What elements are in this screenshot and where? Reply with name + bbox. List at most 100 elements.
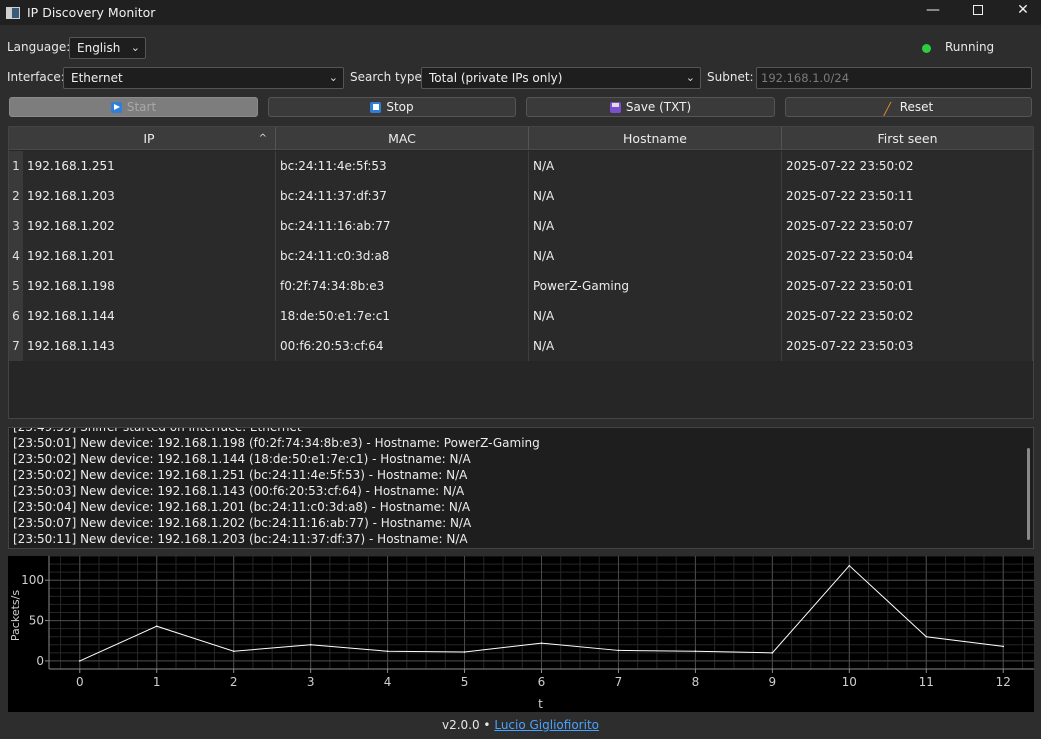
status-indicator (922, 44, 931, 53)
language-value: English (77, 41, 121, 55)
cell-mac[interactable]: 18:de:50:e1:7e:c1 (276, 301, 529, 331)
column-header-label: IP (143, 131, 155, 146)
subnet-placeholder: 192.168.1.0/24 (761, 71, 850, 85)
chevron-down-icon: ⌄ (130, 41, 140, 54)
minimize-icon: — (926, 2, 940, 18)
subnet-label: Subnet: (707, 70, 754, 84)
close-icon: ✕ (1017, 2, 1029, 18)
data-point (848, 564, 851, 567)
column-header-mac[interactable]: MAC (276, 127, 529, 150)
cell-hostname[interactable]: PowerZ-Gaming (529, 271, 782, 301)
title-bar: IP Discovery Monitor — ✕ (0, 0, 1041, 25)
sort-ascending-icon: ^ (258, 133, 267, 144)
search-type-select[interactable]: Total (private IPs only) ⌄ (421, 67, 701, 89)
cell-hostname[interactable]: N/A (529, 241, 782, 271)
packets-chart: 0 1 2 3 4 5 6 7 8 9 10 11 12 0 50 100 t Packets/s (8, 555, 1034, 712)
cell-hostname[interactable]: N/A (529, 151, 782, 181)
stop-icon (370, 101, 382, 113)
x-tick-label: 4 (384, 675, 392, 689)
x-tick-label: 3 (307, 675, 315, 689)
x-tick-label: 5 (461, 675, 469, 689)
start-button[interactable]: Start (9, 97, 258, 117)
x-tick-label: 7 (615, 675, 623, 689)
x-tick-label: 2 (230, 675, 238, 689)
save-label: Save (TXT) (625, 100, 692, 114)
cell-ip[interactable]: 192.168.1.198 (23, 271, 276, 301)
cell-first-seen[interactable]: 2025-07-22 23:50:11 (782, 181, 1033, 211)
table-row[interactable]: 1 192.168.1.251 bc:24:11:4e:5f:53 N/A 2025-0… (9, 151, 1033, 181)
minimize-button[interactable]: — (910, 0, 956, 20)
cell-first-seen[interactable]: 2025-07-22 23:50:02 (782, 151, 1033, 181)
cell-mac[interactable]: bc:24:11:16:ab:77 (276, 211, 529, 241)
log-line: [23:50:02] New device: 192.168.1.144 (18… (13, 452, 471, 466)
cell-ip[interactable]: 192.168.1.202 (23, 211, 276, 241)
subnet-input[interactable]: 192.168.1.0/24 (756, 67, 1032, 89)
data-point (925, 635, 928, 638)
cell-first-seen[interactable]: 2025-07-22 23:50:03 (782, 331, 1033, 361)
log-scrollbar[interactable] (1027, 448, 1030, 540)
data-point (155, 625, 158, 628)
cell-hostname[interactable]: N/A (529, 331, 782, 361)
data-point (309, 643, 312, 646)
interface-value: Ethernet (71, 71, 123, 85)
cell-mac[interactable]: 00:f6:20:53:cf:64 (276, 331, 529, 361)
table-row[interactable]: 3 192.168.1.202 bc:24:11:16:ab:77 N/A 2025-0… (9, 211, 1033, 241)
interface-select[interactable]: Ethernet ⌄ (63, 67, 344, 89)
y-tick-label: 0 (36, 654, 44, 668)
y-tick-label: 50 (29, 614, 44, 628)
y-axis-label: Packets/s (9, 590, 22, 641)
maximize-button[interactable] (955, 0, 1001, 20)
table-header: IP ^ MAC Hostname First seen (9, 127, 1033, 150)
cell-ip[interactable]: 192.168.1.203 (23, 181, 276, 211)
maximize-icon (973, 5, 983, 15)
cell-hostname[interactable]: N/A (529, 301, 782, 331)
cell-ip[interactable]: 192.168.1.143 (23, 331, 276, 361)
event-log[interactable]: [23:49:59] Sniffer started on interface:… (8, 427, 1034, 549)
author-link[interactable]: Lucio Gigliofiorito (494, 718, 599, 732)
stop-button[interactable]: Stop (268, 97, 516, 117)
footer: v2.0.0 • Lucio Gigliofiorito (0, 718, 1041, 732)
close-button[interactable]: ✕ (1000, 0, 1041, 20)
window-title: IP Discovery Monitor (27, 5, 156, 20)
row-number: 3 (9, 211, 23, 241)
log-line: [23:50:11] New device: 192.168.1.203 (bc… (13, 532, 468, 546)
cell-hostname[interactable]: N/A (529, 181, 782, 211)
data-point (386, 650, 389, 653)
cell-ip[interactable]: 192.168.1.251 (23, 151, 276, 181)
table-row[interactable]: 5 192.168.1.198 f0:2f:74:34:8b:e3 PowerZ-Ga… (9, 271, 1033, 301)
reset-button[interactable]: ╱ Reset (785, 97, 1032, 117)
cell-first-seen[interactable]: 2025-07-22 23:50:07 (782, 211, 1033, 241)
column-header-first-seen[interactable]: First seen (782, 127, 1033, 150)
column-header-ip[interactable]: IP ^ (23, 127, 276, 150)
x-tick-label: 8 (692, 675, 700, 689)
x-tick-label: 10 (842, 675, 857, 689)
table-row[interactable]: 6 192.168.1.144 18:de:50:e1:7e:c1 N/A 2025-0… (9, 301, 1033, 331)
cell-hostname[interactable]: N/A (529, 211, 782, 241)
column-header-label: Hostname (623, 131, 687, 146)
cell-ip[interactable]: 192.168.1.144 (23, 301, 276, 331)
status-text: Running (945, 40, 995, 54)
cell-mac[interactable]: bc:24:11:c0:3d:a8 (276, 241, 529, 271)
table-row[interactable]: 2 192.168.1.203 bc:24:11:37:df:37 N/A 2025-0… (9, 181, 1033, 211)
cell-ip[interactable]: 192.168.1.201 (23, 241, 276, 271)
column-header-hostname[interactable]: Hostname (529, 127, 782, 150)
cell-first-seen[interactable]: 2025-07-22 23:50:02 (782, 301, 1033, 331)
data-point (1002, 645, 1005, 648)
row-number: 4 (9, 241, 23, 271)
table-row[interactable]: 4 192.168.1.201 bc:24:11:c0:3d:a8 N/A 2025-0… (9, 241, 1033, 271)
table-row[interactable]: 7 192.168.1.143 00:f6:20:53:cf:64 N/A 2025-0… (9, 331, 1033, 361)
x-tick-label: 11 (919, 675, 934, 689)
cell-mac[interactable]: bc:24:11:4e:5f:53 (276, 151, 529, 181)
cell-mac[interactable]: f0:2f:74:34:8b:e3 (276, 271, 529, 301)
cell-first-seen[interactable]: 2025-07-22 23:50:01 (782, 271, 1033, 301)
floppy-disk-icon (609, 101, 621, 113)
cell-mac[interactable]: bc:24:11:37:df:37 (276, 181, 529, 211)
data-point (617, 649, 620, 652)
save-button[interactable]: Save (TXT) (526, 97, 775, 117)
log-line: [23:50:03] New device: 192.168.1.143 (00… (13, 484, 465, 498)
language-select[interactable]: English ⌄ (69, 37, 146, 59)
data-point (78, 660, 81, 662)
cell-first-seen[interactable]: 2025-07-22 23:50:04 (782, 241, 1033, 271)
broom-icon: ╱ (883, 101, 891, 116)
chevron-down-icon: ⌄ (328, 71, 338, 84)
